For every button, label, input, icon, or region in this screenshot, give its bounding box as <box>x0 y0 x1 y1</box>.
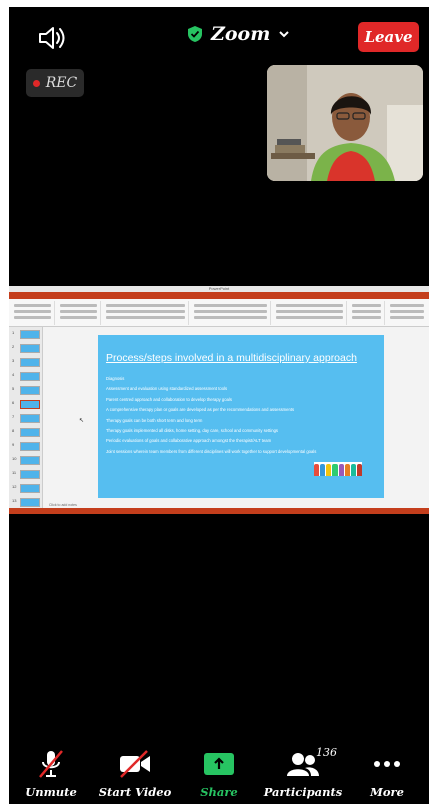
participants-label: Participants <box>263 785 343 799</box>
meeting-toolbar: Unmute Start Video Share 136 Participant… <box>9 746 429 804</box>
start-video-label: Start Video <box>98 785 172 799</box>
powerpoint-ribbon-tabs: FILEHOMEINSERTDESIGNTRANSITIONSANIMATION… <box>9 292 429 306</box>
slide-bullet: Joint sessions wherein team members from… <box>106 448 317 454</box>
speaker-video-feed <box>267 65 423 181</box>
zoom-meeting-screen: Zoom Leave REC PowerPoint FI <box>9 7 429 804</box>
speaker-video-thumbnail[interactable] <box>267 65 423 181</box>
powerpoint-status-bar <box>9 508 429 514</box>
video-camera-off-icon <box>120 750 150 778</box>
slide-bullet: Diagnosis <box>106 376 125 381</box>
slide-bullet: Therapy goals can be both short term and… <box>106 417 203 423</box>
slide-bullet-list: Diagnosis Assessment and evaluation usin… <box>106 374 382 457</box>
powerpoint-ribbon <box>9 299 429 327</box>
current-slide: Process/steps involved in a multidiscipl… <box>98 335 384 498</box>
unmute-button[interactable]: Unmute <box>11 750 91 799</box>
leave-button[interactable]: Leave <box>358 22 419 52</box>
participants-icon <box>287 753 319 776</box>
participants-button[interactable]: 136 Participants <box>263 746 343 799</box>
slide-bullet: Periodic evaluations of goals and collab… <box>106 438 272 444</box>
speaker-icon[interactable] <box>37 25 67 51</box>
unmute-label: Unmute <box>25 785 77 799</box>
slide-bullet: Assessment and evaluation using standard… <box>106 386 228 392</box>
share-button[interactable]: Share <box>179 750 259 799</box>
slide-thumbnail-pane: 1 2 3 4 5 6 7 8 9 10 11 12 13 <box>9 327 43 509</box>
participants-count-badge: 136 <box>316 746 337 759</box>
share-screen-icon <box>204 753 234 775</box>
microphone-muted-icon <box>39 750 63 778</box>
more-button[interactable]: More <box>347 750 427 799</box>
shared-screen[interactable]: PowerPoint FILEHOMEINSERTDESIGNTRANSITIO… <box>9 286 429 514</box>
meeting-title: Zoom <box>211 23 271 45</box>
children-clipart-image <box>314 462 362 476</box>
share-label: Share <box>200 785 238 799</box>
slide-bullet: A comprehensive therapy plan or goals ar… <box>106 407 295 413</box>
slide-title: Process/steps involved in a multidiscipl… <box>106 352 357 364</box>
recording-indicator[interactable]: REC <box>26 69 84 97</box>
more-label: More <box>370 785 404 799</box>
recording-dot-icon <box>32 79 40 87</box>
slide-bullet: Therapy goals implemented all disks, hom… <box>106 428 279 434</box>
recording-label: REC <box>45 75 78 91</box>
chevron-down-icon <box>279 31 290 38</box>
mouse-cursor-icon: ↖ <box>79 418 85 424</box>
start-video-button[interactable]: Start Video <box>95 750 175 799</box>
meeting-top-bar: Zoom Leave <box>9 7 429 63</box>
meeting-title-dropdown[interactable]: Zoom <box>187 23 290 45</box>
slide-bullet: Parent centred approach and collaboratio… <box>106 396 232 402</box>
more-dots-icon <box>374 761 400 767</box>
secure-shield-icon <box>188 26 202 42</box>
